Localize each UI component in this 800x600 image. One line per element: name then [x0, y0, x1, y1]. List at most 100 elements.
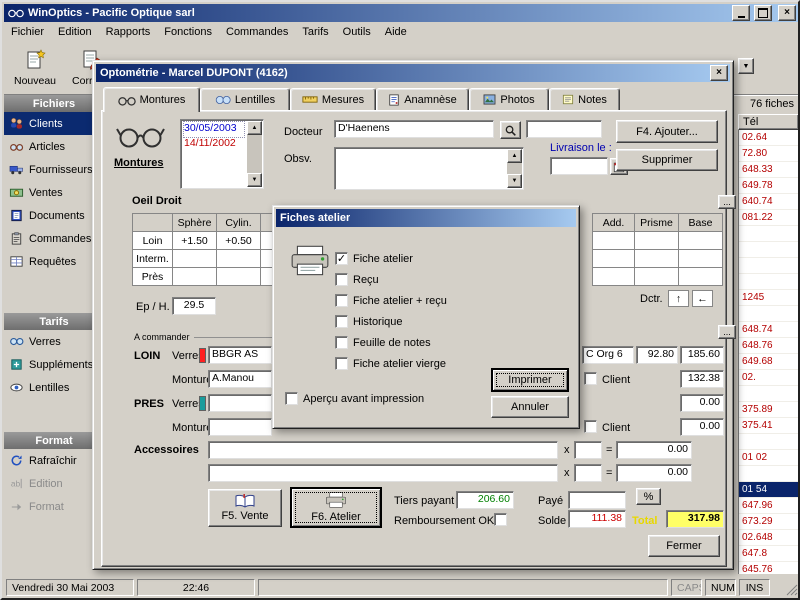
table-row[interactable] [739, 306, 800, 322]
table-row[interactable]: 375.41 [739, 418, 800, 434]
monture-total-field[interactable]: 132.38 [680, 370, 724, 388]
ep-h-field[interactable]: 29.5 [172, 297, 216, 315]
docteur-field[interactable]: D'Haenens [334, 120, 494, 138]
cell[interactable] [173, 268, 216, 285]
sidebar-item-articles[interactable]: Articles [4, 135, 104, 158]
table-row[interactable] [739, 242, 800, 258]
sidebar-item-requetes[interactable]: Requêtes [4, 250, 104, 273]
pres-monture-field[interactable] [208, 418, 272, 436]
sidebar-item-format[interactable]: Format [4, 495, 104, 518]
scroll-up-button[interactable]: ▲ [247, 121, 262, 135]
f4-ajouter-button[interactable]: F4. Ajouter... [616, 120, 718, 143]
main-titlebar[interactable]: WinOptics - Pacific Optique sarl × [4, 4, 798, 22]
cell[interactable] [593, 232, 634, 249]
table-row[interactable] [739, 386, 800, 402]
menu-rapports[interactable]: Rapports [99, 24, 158, 40]
table-row[interactable]: 02.64 [739, 130, 800, 146]
menu-fonctions[interactable]: Fonctions [157, 24, 219, 40]
f5-vente-button[interactable]: F5. Vente [208, 489, 282, 527]
pres-monture-total-field[interactable]: 0.00 [680, 418, 724, 436]
menu-edition[interactable]: Edition [51, 24, 99, 40]
sidebar-item-lentilles[interactable]: Lentilles [4, 376, 104, 399]
accessoire-qty-field[interactable] [574, 464, 602, 482]
table-row[interactable]: 1245 [739, 290, 800, 306]
maximize-button[interactable] [754, 5, 772, 21]
cell[interactable] [217, 250, 260, 267]
cell[interactable] [593, 250, 634, 267]
tab-lentilles[interactable]: Lentilles [200, 88, 290, 110]
pres-verres-field[interactable] [208, 394, 272, 412]
table-row[interactable]: 649.78 [739, 178, 800, 194]
scroll-down-button[interactable]: ▼ [247, 173, 262, 187]
recu-checkbox[interactable] [335, 273, 348, 286]
cell[interactable] [217, 268, 260, 285]
menu-commandes[interactable]: Commandes [219, 24, 295, 40]
historique-checkbox[interactable] [335, 315, 348, 328]
sidebar-item-edition[interactable]: ab Edition [4, 472, 104, 495]
cell-loin-cylin[interactable]: +0.50 [217, 232, 260, 249]
lens-color-swatch[interactable] [199, 348, 206, 363]
tab-mesures[interactable]: Mesures [290, 88, 376, 110]
table-row[interactable]: 02.648 [739, 530, 800, 546]
docteur-extra-field[interactable] [526, 120, 602, 138]
table-row[interactable]: 649.68 [739, 354, 800, 370]
ellipsis-button[interactable]: ... [718, 325, 736, 339]
cell[interactable] [679, 250, 722, 267]
solde-field[interactable]: 111.38 [568, 510, 626, 528]
client-checkbox[interactable] [584, 372, 597, 385]
dctr-up-cell[interactable]: ↑ [668, 290, 689, 307]
close-button[interactable]: × [778, 5, 796, 21]
fiche-recu-checkbox[interactable] [335, 294, 348, 307]
cell[interactable] [173, 250, 216, 267]
table-row[interactable]: 648.74 [739, 322, 800, 338]
ellipsis-button[interactable]: ... [718, 195, 736, 209]
dates-scrollbar[interactable]: ▲ ▼ [247, 121, 262, 187]
percent-button[interactable]: % [636, 488, 661, 505]
table-row[interactable]: 640.74 [739, 194, 800, 210]
remboursement-checkbox[interactable] [494, 513, 507, 526]
menu-outils[interactable]: Outils [336, 24, 378, 40]
cell[interactable] [635, 250, 678, 267]
table-row[interactable]: 72.80 [739, 146, 800, 162]
tab-montures[interactable]: Montures [103, 87, 200, 112]
table-row[interactable]: 647.8 [739, 546, 800, 562]
date-item[interactable]: 30/05/2003 [184, 122, 244, 137]
table-row[interactable] [739, 274, 800, 290]
loin-verres-field[interactable]: BBGR AS [208, 346, 272, 364]
cell[interactable] [679, 268, 722, 285]
nouveau-button[interactable]: Nouveau [8, 44, 62, 90]
close-button[interactable]: × [710, 65, 728, 81]
fiche-vierge-checkbox[interactable] [335, 357, 348, 370]
cell[interactable] [593, 268, 634, 285]
lens-color-swatch[interactable] [199, 396, 206, 411]
obsv-scrollbar[interactable]: ▲ ▼ [507, 149, 522, 188]
sidebar-item-ventes[interactable]: Ventes [4, 181, 104, 204]
cell[interactable] [635, 232, 678, 249]
table-row[interactable]: 647.96 [739, 498, 800, 514]
toolbar-dropdown-button[interactable]: ▼ [738, 58, 754, 74]
accessoire-field[interactable] [208, 441, 558, 459]
table-row[interactable] [739, 226, 800, 242]
sidebar-item-rafraichir[interactable]: Rafraîchir [4, 449, 104, 472]
table-row[interactable]: 02. [739, 370, 800, 386]
table-row[interactable] [739, 434, 800, 450]
f6-atelier-button[interactable]: F6. Atelier [290, 487, 382, 528]
scroll-down-button[interactable]: ▼ [507, 174, 522, 188]
tel-column-header[interactable]: Tél [738, 114, 799, 130]
sidebar-item-clients[interactable]: Clients [4, 112, 104, 135]
accessoire-total-field[interactable]: 0.00 [616, 441, 692, 459]
table-row[interactable]: 081.22 [739, 210, 800, 226]
table-row[interactable]: 01 02 [739, 450, 800, 466]
date-item[interactable]: 14/11/2002 [184, 137, 244, 152]
accessoire-qty-field[interactable] [574, 441, 602, 459]
table-row[interactable]: 648.33 [739, 162, 800, 178]
cell-loin-sphere[interactable]: +1.50 [173, 232, 216, 249]
accessoire-total-field[interactable]: 0.00 [616, 464, 692, 482]
table-row[interactable] [739, 466, 800, 482]
accessoire-field[interactable] [208, 464, 558, 482]
livraison-field[interactable] [550, 157, 608, 175]
tab-notes[interactable]: Notes [549, 88, 620, 110]
apercu-checkbox[interactable] [285, 392, 298, 405]
supprimer-button[interactable]: Supprimer [616, 149, 718, 171]
fermer-button[interactable]: Fermer [648, 535, 720, 557]
